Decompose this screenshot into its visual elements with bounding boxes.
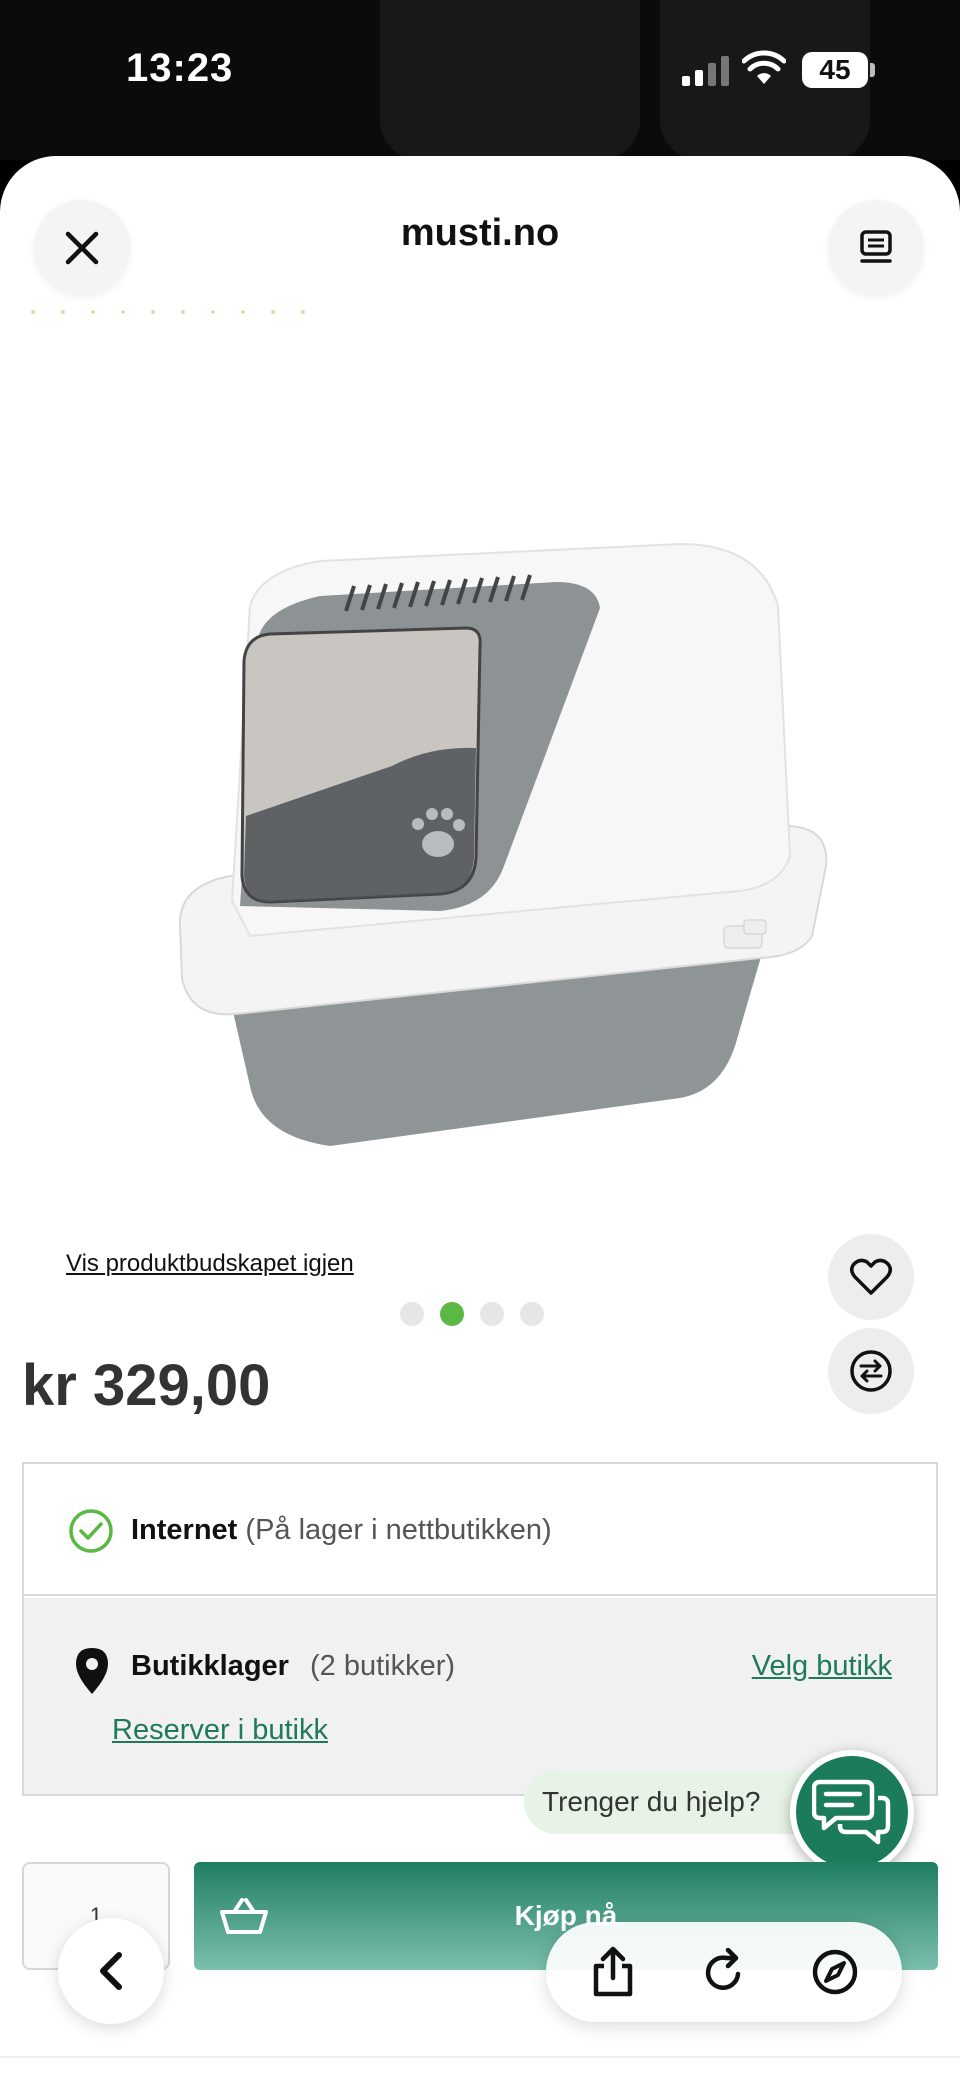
choose-store-link[interactable]: Velg butikk xyxy=(752,1650,892,1683)
chat-bubbles-icon xyxy=(812,1779,891,1845)
favorite-button[interactable] xyxy=(828,1234,914,1320)
basket-icon xyxy=(220,1898,268,1934)
carousel-dot-active[interactable] xyxy=(440,1302,464,1326)
browser-toolbar xyxy=(546,1922,902,2022)
open-in-safari-button[interactable] xyxy=(803,1940,867,2004)
page-domain: musti.no xyxy=(400,212,560,254)
divider xyxy=(0,2056,960,2058)
compare-button[interactable] xyxy=(828,1328,914,1414)
location-pin-icon xyxy=(76,1648,108,1694)
background-blur xyxy=(380,0,640,160)
heart-icon xyxy=(850,1258,892,1295)
carousel-dot[interactable] xyxy=(520,1302,544,1326)
litter-box-image xyxy=(178,542,828,1146)
chevron-left-icon xyxy=(100,1952,122,1990)
carousel-dot[interactable] xyxy=(480,1302,504,1326)
reserve-in-store-link[interactable]: Reserver i butikk xyxy=(112,1714,328,1747)
reload-button[interactable] xyxy=(692,1940,756,2004)
online-stock-row: Internet (På lager i nettbutikken) xyxy=(24,1464,936,1596)
browser-topbar: musti.no xyxy=(0,156,960,306)
reader-menu-icon xyxy=(860,230,892,263)
store-stock-label: Butikklager xyxy=(131,1650,289,1682)
share-icon xyxy=(594,1946,633,1997)
product-price: kr 329,00 xyxy=(22,1353,271,1418)
online-detail: (På lager i nettbutikken) xyxy=(245,1514,552,1546)
compare-arrows-icon xyxy=(850,1350,892,1392)
back-button[interactable] xyxy=(58,1918,164,2024)
status-bar: 13:23 45 xyxy=(0,0,960,160)
online-stock-text: Internet (På lager i nettbutikken) xyxy=(131,1514,552,1547)
help-prompt[interactable]: Trenger du hjelp? xyxy=(524,1770,814,1834)
store-stock-row: Butikklager (2 butikker) Velg butikk Res… xyxy=(24,1598,936,1794)
battery-level: 45 xyxy=(819,54,851,85)
menu-button[interactable] xyxy=(828,200,924,296)
check-circle-icon xyxy=(69,1509,113,1553)
battery-indicator: 45 xyxy=(802,52,875,88)
cellular-signal-icon xyxy=(682,56,729,86)
store-count: (2 butikker) xyxy=(310,1650,456,1682)
loading-indicator xyxy=(18,310,318,314)
reload-icon xyxy=(705,1948,741,1990)
chat-button[interactable] xyxy=(790,1750,914,1874)
carousel-dots xyxy=(400,1302,544,1326)
carousel-dot[interactable] xyxy=(400,1302,424,1326)
compass-icon xyxy=(812,1949,857,1995)
product-message-link[interactable]: Vis produktbudskapet igjen xyxy=(66,1250,354,1278)
wifi-icon xyxy=(742,50,786,84)
online-label: Internet xyxy=(131,1514,238,1546)
stock-info-box: Internet (På lager i nettbutikken) Butik… xyxy=(22,1462,938,1796)
status-time: 13:23 xyxy=(126,46,234,90)
share-button[interactable] xyxy=(581,1940,645,2004)
browser-sheet: musti.no Vis produktbudskapet igjen kr 3… xyxy=(0,156,960,2086)
